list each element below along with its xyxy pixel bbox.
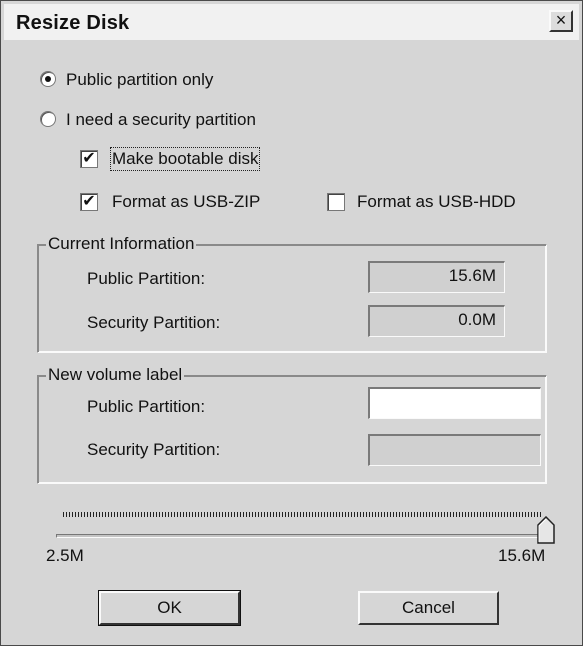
new-public-partition-input[interactable] <box>368 387 541 419</box>
security-partition-radio[interactable] <box>40 111 56 127</box>
checkmark-icon: ✔ <box>82 193 96 210</box>
slider-ticks <box>63 512 543 517</box>
new-public-partition-label: Public Partition: <box>87 397 206 416</box>
slider-max-label: 15.6M <box>498 546 546 565</box>
new-security-partition-input <box>368 434 541 466</box>
close-button[interactable]: × <box>549 10 573 32</box>
size-slider-thumb[interactable] <box>537 516 555 544</box>
bootable-checkbox[interactable]: ✔ <box>80 150 98 168</box>
size-slider-track[interactable] <box>56 534 551 538</box>
current-security-partition-label: Security Partition: <box>87 313 221 332</box>
cancel-button[interactable]: Cancel <box>358 591 499 625</box>
current-security-partition-value: 0.0M <box>368 305 505 337</box>
public-only-radio[interactable] <box>40 71 56 87</box>
usb-zip-label[interactable]: Format as USB-ZIP <box>112 192 260 212</box>
slider-min-label: 2.5M <box>46 546 84 565</box>
usb-hdd-checkbox[interactable] <box>327 193 345 211</box>
checkmark-icon: ✔ <box>82 150 96 167</box>
security-partition-label[interactable]: I need a security partition <box>66 110 256 130</box>
public-only-label[interactable]: Public partition only <box>66 70 213 90</box>
close-icon: × <box>555 10 567 30</box>
current-information-title: Current Information <box>46 234 197 254</box>
dialog-body: Public partition only I need a security … <box>4 40 579 643</box>
window-title: Resize Disk <box>16 12 130 34</box>
radio-selected-dot <box>45 76 51 82</box>
title-bar[interactable]: Resize Disk × <box>4 4 579 40</box>
bootable-label[interactable]: Make bootable disk <box>109 147 261 171</box>
usb-zip-checkbox[interactable]: ✔ <box>80 193 98 211</box>
new-security-partition-label: Security Partition: <box>87 440 221 459</box>
current-public-partition-value: 15.6M <box>368 261 505 293</box>
resize-disk-dialog: Resize Disk × Public partition only I ne… <box>0 0 583 646</box>
ok-button[interactable]: OK <box>98 590 241 626</box>
new-volume-label-title: New volume label <box>46 365 185 385</box>
current-public-partition-label: Public Partition: <box>87 269 206 288</box>
usb-hdd-label[interactable]: Format as USB-HDD <box>357 192 516 212</box>
